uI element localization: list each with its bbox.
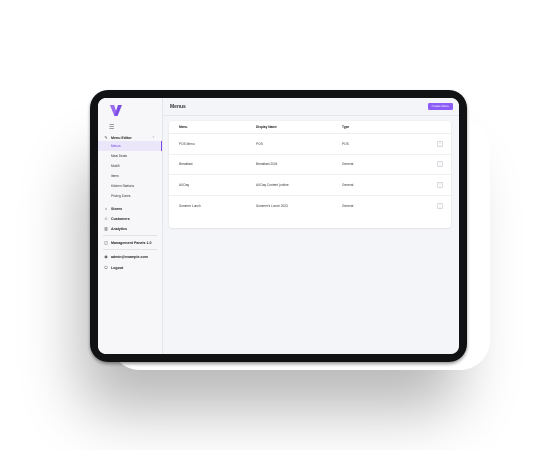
kebab-icon[interactable]: ⋮ xyxy=(437,181,443,188)
app-screen: ☰ ✎ Menu Editor ⌃ Menus Meal Deals Modif… xyxy=(98,98,459,354)
cell-display-name: Breakfast 2024 xyxy=(256,162,278,167)
sidebar-item-analytics[interactable]: ▥ Analytics xyxy=(98,225,162,232)
column-header-type[interactable]: Type xyxy=(342,125,451,129)
sidebar-item-label: Analytics xyxy=(111,226,127,231)
sidebar-item-menus[interactable]: Menus xyxy=(98,141,162,151)
cell-menu: Breakfast xyxy=(179,162,193,167)
sidebar-item-pricing-zones[interactable]: Pricing Zones xyxy=(98,191,162,201)
create-menu-button[interactable]: Create Menu xyxy=(427,103,453,110)
sidebar-item-meal-deals[interactable]: Meal Deals xyxy=(98,151,162,161)
chart-icon: ▥ xyxy=(104,225,108,231)
store-icon: ⌂ xyxy=(104,205,108,211)
page-title: Menus xyxy=(170,103,186,110)
cell-display-name: All Day Content (online xyxy=(256,182,289,187)
users-icon: ☺ xyxy=(104,215,109,221)
sidebar-item-label: Customers xyxy=(111,216,130,221)
sidebar: ☰ ✎ Menu Editor ⌃ Menus Meal Deals Modif… xyxy=(98,98,163,354)
workspace-switcher[interactable]: ◫ Management Panels 1.0 xyxy=(98,239,162,246)
sidebar-group-label: Menu Editor xyxy=(111,135,132,140)
sidebar-item-customers[interactable]: ☺ Customers xyxy=(98,215,162,222)
cell-menu: All Day xyxy=(179,182,190,187)
account-item[interactable]: ◉ admin@example.com xyxy=(98,253,162,260)
logout-label: Logout xyxy=(111,265,124,270)
user-icon: ◉ xyxy=(104,253,108,259)
cell-menu: Summer Lunch xyxy=(179,203,201,208)
cell-display-name: POS xyxy=(256,141,263,146)
cell-display-name: Summer's Lunch 2023 xyxy=(256,203,288,208)
divider xyxy=(103,249,157,250)
sidebar-item-label: Stores xyxy=(111,206,123,211)
column-header-display-name[interactable]: Display Name xyxy=(256,125,342,129)
divider xyxy=(103,235,157,236)
cell-type: POS xyxy=(342,141,349,146)
menus-table: Menu Display Name Type POS Menu POS POS … xyxy=(169,121,451,228)
brand-logo xyxy=(110,105,122,116)
table-row[interactable]: POS Menu POS POS ⋮ xyxy=(169,134,451,155)
sidebar-item-items[interactable]: Items xyxy=(98,171,162,181)
table-header: Menu Display Name Type xyxy=(169,121,451,134)
chevron-up-icon: ⌃ xyxy=(151,135,155,140)
sidebar-item-kitchen-stations[interactable]: Kitchen Stations xyxy=(98,181,162,191)
tablet-device: ☰ ✎ Menu Editor ⌃ Menus Meal Deals Modif… xyxy=(90,90,467,362)
kebab-icon[interactable]: ⋮ xyxy=(437,161,443,168)
table-row[interactable]: Summer Lunch Summer's Lunch 2023 General… xyxy=(169,196,451,217)
kebab-icon[interactable]: ⋮ xyxy=(437,202,443,209)
cell-type: General xyxy=(342,182,354,187)
hamburger-icon[interactable]: ☰ xyxy=(109,124,162,132)
cell-type: General xyxy=(342,203,354,208)
cell-type: General xyxy=(342,162,354,167)
column-header-menu[interactable]: Menu xyxy=(169,125,256,129)
sidebar-item-stores[interactable]: ⌂ Stores xyxy=(98,205,162,212)
logout-item[interactable]: ⏻ Logout xyxy=(98,264,162,271)
workspace-label: Management Panels 1.0 xyxy=(111,240,152,245)
sidebar-group-menu-editor[interactable]: ✎ Menu Editor ⌃ xyxy=(98,134,162,141)
logout-icon: ⏻ xyxy=(104,264,108,270)
layers-icon: ◫ xyxy=(104,239,108,245)
kebab-icon[interactable]: ⋮ xyxy=(437,140,443,147)
stage: ☰ ✎ Menu Editor ⌃ Menus Meal Deals Modif… xyxy=(0,0,556,450)
main-content: Menus Create Menu Menu Display Name Type… xyxy=(163,98,459,354)
account-label: admin@example.com xyxy=(111,254,148,259)
top-bar: Menus Create Menu xyxy=(163,98,459,116)
sidebar-item-modifiers[interactable]: Modifi xyxy=(98,161,162,171)
table-row[interactable]: All Day All Day Content (online General … xyxy=(169,175,451,196)
pencil-icon: ✎ xyxy=(104,134,108,140)
table-row[interactable]: Breakfast Breakfast 2024 General ⋮ xyxy=(169,155,451,175)
cell-menu: POS Menu xyxy=(179,141,195,146)
